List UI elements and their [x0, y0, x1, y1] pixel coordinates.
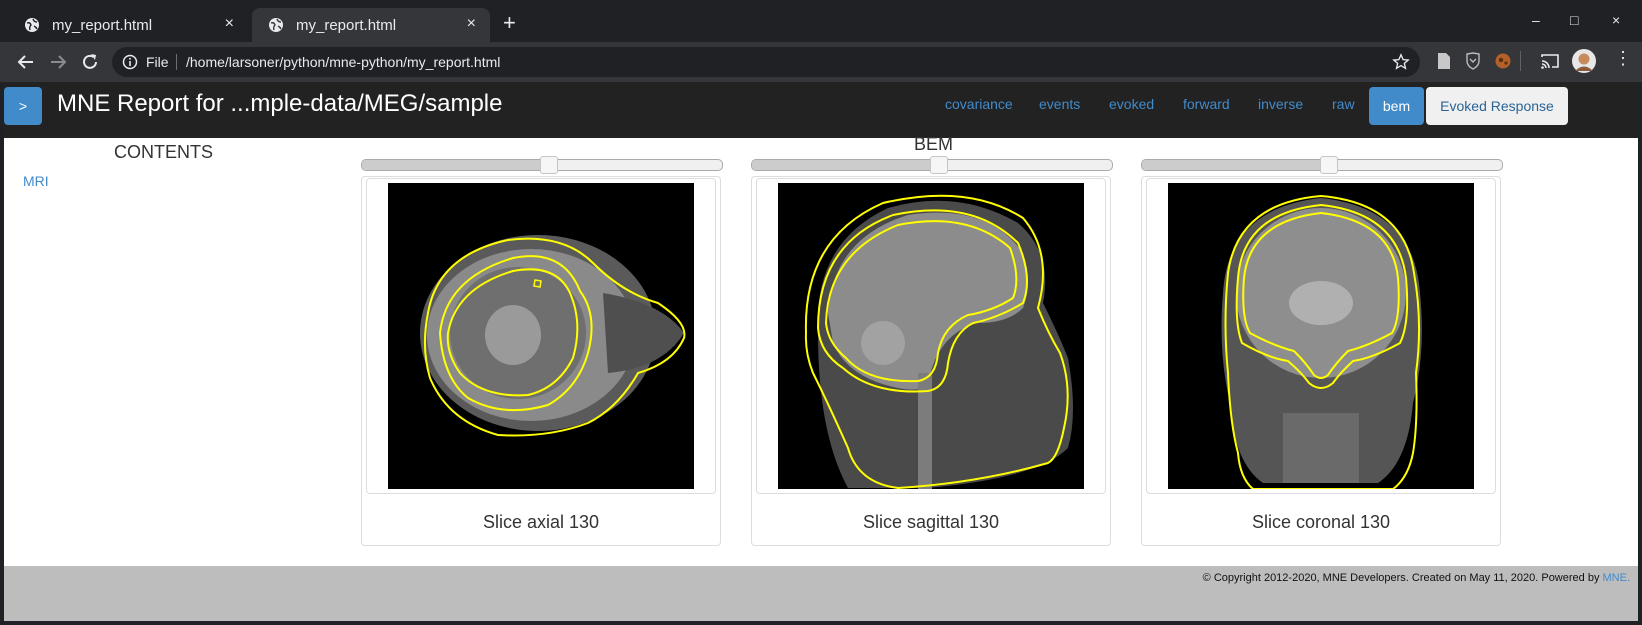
report-title[interactable]: MNE Report for ...mple-data/MEG/sample: [57, 90, 502, 118]
globe-icon: [25, 18, 39, 32]
browser-menu-icon[interactable]: ⋮: [1614, 49, 1632, 67]
slider-fill: [752, 160, 940, 170]
back-arrow-icon[interactable]: [16, 52, 36, 72]
footer-mne-link[interactable]: MNE.: [1603, 572, 1631, 584]
thumbnail: Slice axial 130: [361, 176, 721, 546]
browser-toolbar: File /home/larsoner/python/mne-python/my…: [0, 42, 1642, 82]
sidebar-toggle-button[interactable]: >: [4, 87, 42, 125]
nav-link-covariance[interactable]: covariance: [945, 96, 1013, 112]
reload-icon[interactable]: [80, 52, 100, 72]
thumbnail: Slice sagittal 130: [751, 176, 1111, 546]
slider-handle[interactable]: [1320, 156, 1339, 174]
nav-link-evoked[interactable]: evoked: [1109, 96, 1154, 112]
nav-link-inverse[interactable]: inverse: [1258, 96, 1303, 112]
footer-text: © Copyright 2012-2020, MNE Developers. C…: [1203, 572, 1630, 584]
toolbar-divider: [1520, 51, 1521, 71]
document-icon[interactable]: [1436, 52, 1452, 70]
maximize-button[interactable]: □: [1570, 12, 1578, 28]
evoked-response-button[interactable]: Evoked Response: [1426, 87, 1568, 125]
slice-caption: Slice axial 130: [482, 512, 600, 532]
forward-arrow-icon[interactable]: [48, 52, 68, 72]
slider-fill: [362, 160, 550, 170]
nav-link-events[interactable]: events: [1039, 96, 1080, 112]
close-window-button[interactable]: ×: [1612, 12, 1620, 28]
globe-icon: [269, 18, 283, 32]
nav-link-forward[interactable]: forward: [1183, 96, 1230, 112]
tab-title: my_report.html: [52, 17, 153, 34]
mri-axial-image[interactable]: [388, 183, 694, 489]
slider-handle[interactable]: [930, 156, 949, 174]
tab-title: my_report.html: [296, 17, 397, 34]
slider-fill: [1142, 160, 1330, 170]
new-tab-button[interactable]: +: [503, 10, 516, 36]
thumbnail: Slice coronal 130: [1141, 176, 1501, 546]
footer-copyright: © Copyright 2012-2020, MNE Developers. C…: [1202, 572, 1603, 584]
image-frame: [1146, 178, 1496, 494]
browser-tab-1[interactable]: my_report.html ×: [8, 8, 248, 42]
slice-caption: Slice sagittal 130: [862, 512, 1000, 532]
info-icon[interactable]: [122, 54, 138, 70]
slice-caption: Slice coronal 130: [1251, 512, 1391, 532]
mri-sagittal-image[interactable]: [778, 183, 1084, 489]
close-tab-icon[interactable]: ×: [467, 15, 476, 33]
star-icon[interactable]: [1392, 53, 1410, 71]
address-divider: [176, 54, 177, 70]
nav-link-raw[interactable]: raw: [1332, 96, 1355, 112]
url-scheme-label: File: [146, 54, 169, 70]
close-tab-icon[interactable]: ×: [225, 15, 234, 33]
extension-icon[interactable]: [1494, 52, 1512, 70]
slice-panel-axial: Slice axial 130: [361, 156, 723, 549]
image-frame: [366, 178, 716, 494]
toc-item-mri[interactable]: MRI: [23, 173, 49, 189]
nav-link-bem[interactable]: bem: [1369, 87, 1424, 125]
profile-avatar[interactable]: [1572, 49, 1596, 73]
url-text[interactable]: /home/larsoner/python/mne-python/my_repo…: [186, 54, 500, 70]
slice-panel-coronal: Slice coronal 130: [1141, 156, 1503, 549]
page-footer: © Copyright 2012-2020, MNE Developers. C…: [4, 566, 1638, 621]
report-navbar: > MNE Report for ...mple-data/MEG/sample…: [4, 82, 1638, 138]
minimize-button[interactable]: –: [1532, 12, 1540, 28]
slice-panel-sagittal: Slice sagittal 130: [751, 156, 1113, 549]
report-page: > MNE Report for ...mple-data/MEG/sample…: [4, 82, 1638, 621]
cast-icon[interactable]: [1540, 52, 1560, 70]
mri-coronal-image[interactable]: [1168, 183, 1474, 489]
slider-handle[interactable]: [540, 156, 559, 174]
address-bar[interactable]: File /home/larsoner/python/mne-python/my…: [112, 47, 1420, 77]
browser-tab-2[interactable]: my_report.html ×: [252, 8, 490, 42]
image-frame: [756, 178, 1106, 494]
browser-tab-strip: my_report.html × my_report.html × + – □ …: [0, 0, 1642, 42]
section-title: BEM: [914, 134, 954, 154]
toc-heading: CONTENTS: [114, 142, 213, 162]
shield-extension-icon[interactable]: [1465, 52, 1481, 70]
